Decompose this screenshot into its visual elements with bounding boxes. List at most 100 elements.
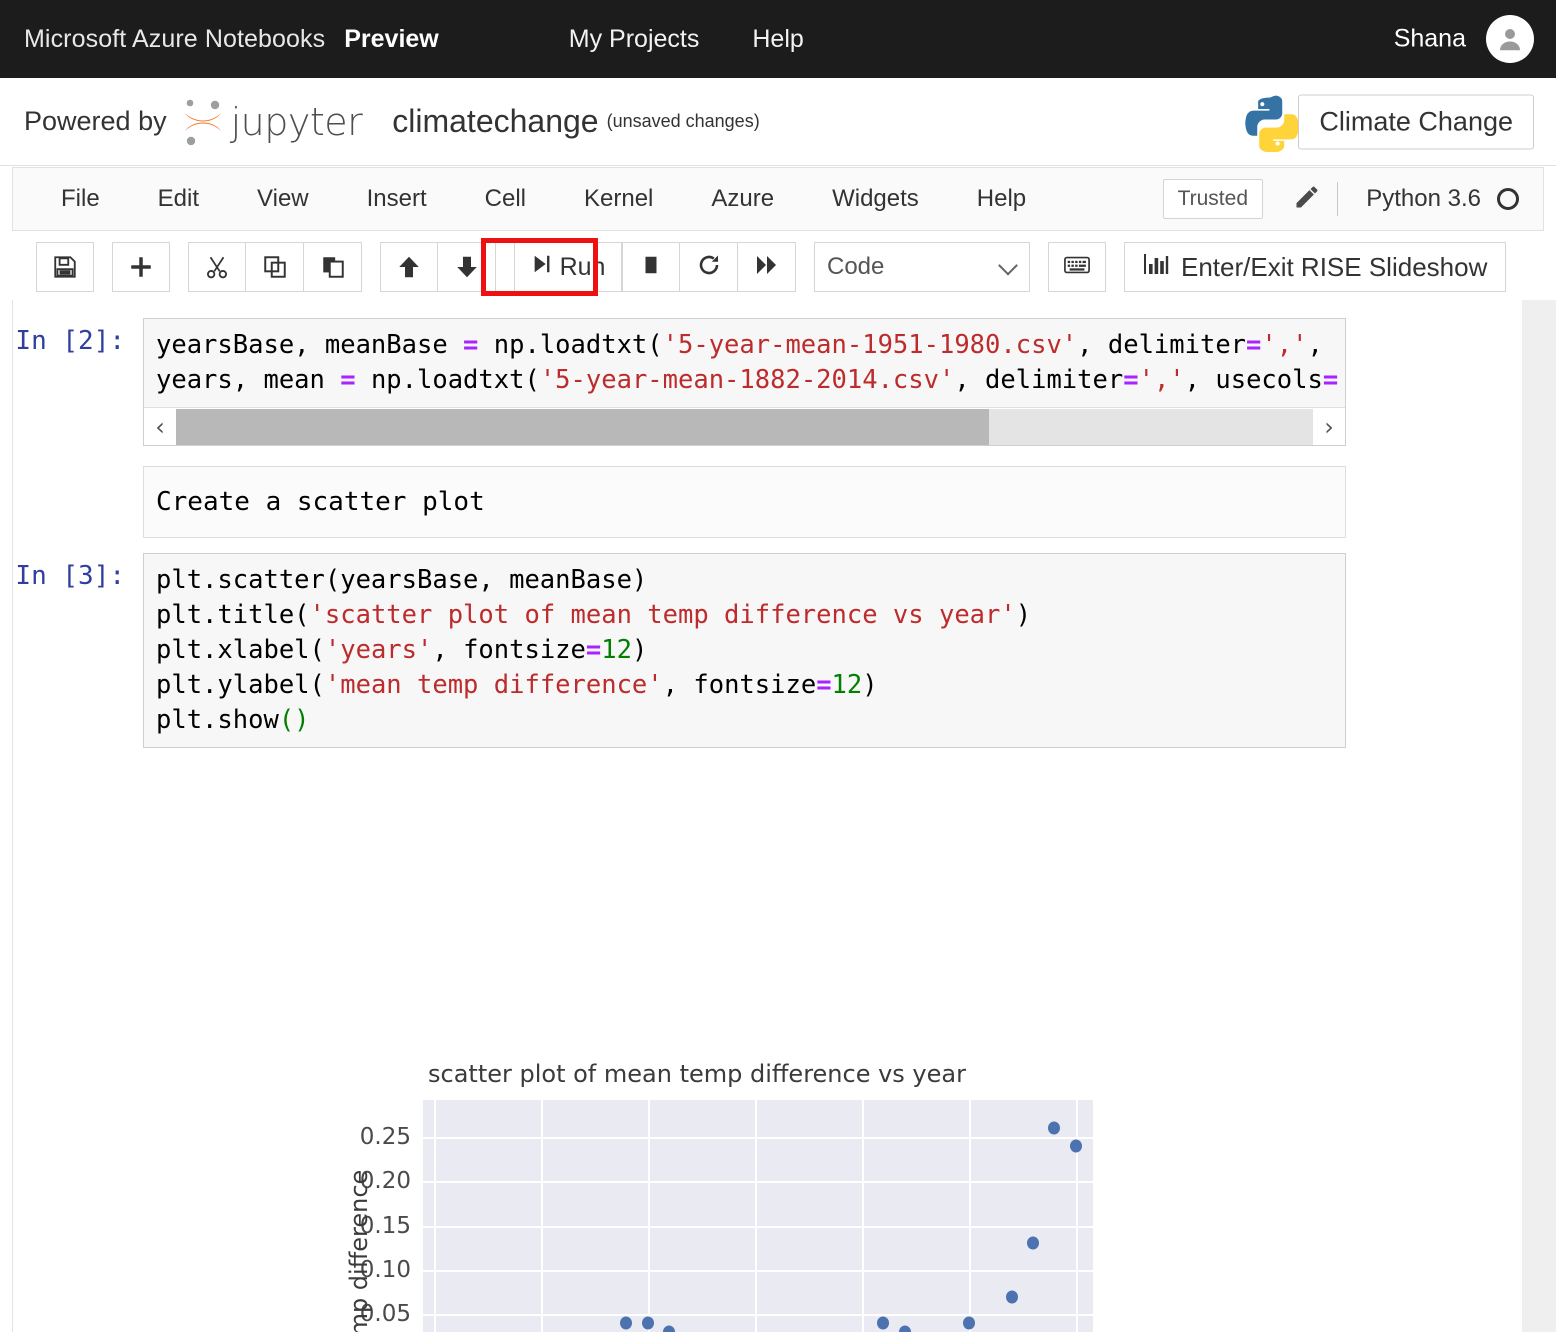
chart-data-point bbox=[1070, 1140, 1082, 1153]
menubar: File Edit View Insert Cell Kernel Azure … bbox=[12, 167, 1544, 231]
menubar-divider bbox=[1337, 182, 1338, 216]
toolbar-group-save bbox=[36, 242, 94, 292]
nav-my-projects[interactable]: My Projects bbox=[569, 25, 700, 54]
chart-gridline-horizontal bbox=[423, 1226, 1093, 1228]
chart-gridline-horizontal bbox=[423, 1314, 1093, 1316]
markdown-cell-text[interactable]: Create a scatter plot bbox=[143, 466, 1346, 538]
chart-title: scatter plot of mean temp difference vs … bbox=[281, 1060, 1113, 1088]
notebook-body: In [2]: yearsBase, meanBase = np.loadtxt… bbox=[12, 300, 1522, 1332]
chart-data-point bbox=[663, 1325, 675, 1332]
rise-slideshow-button[interactable]: Enter/Exit RISE Slideshow bbox=[1124, 242, 1506, 292]
notebook-cell-markdown[interactable]: Create a scatter plot bbox=[13, 466, 1346, 538]
notebook-cell-code-1[interactable]: In [2]: yearsBase, meanBase = np.loadtxt… bbox=[13, 318, 1346, 446]
menu-help[interactable]: Help bbox=[977, 179, 1026, 219]
move-cell-down-button[interactable] bbox=[438, 242, 496, 292]
user-name-label[interactable]: Shana bbox=[1394, 25, 1466, 54]
project-button[interactable]: Climate Change bbox=[1298, 94, 1534, 149]
cell-input-area[interactable]: yearsBase, meanBase = np.loadtxt('5-year… bbox=[143, 318, 1346, 446]
chart-gridline-horizontal bbox=[423, 1270, 1093, 1272]
jupyter-header: Powered by jupyter climatechange (unsave… bbox=[0, 78, 1556, 166]
user-avatar-icon[interactable] bbox=[1486, 15, 1534, 63]
cell-input-area-2[interactable]: plt.scatter(yearsBase, meanBase) plt.tit… bbox=[143, 553, 1346, 748]
cell-prompt-in-2: In [2]: bbox=[13, 318, 143, 446]
fast-forward-icon bbox=[755, 253, 779, 282]
menu-kernel[interactable]: Kernel bbox=[584, 179, 653, 219]
chart-data-point bbox=[642, 1317, 654, 1330]
cut-cell-button[interactable] bbox=[188, 242, 246, 292]
powered-by-label: Powered by bbox=[24, 106, 167, 137]
cell-output-chart: scatter plot of mean temp difference vs … bbox=[281, 1052, 1113, 1332]
nav-help[interactable]: Help bbox=[752, 25, 803, 54]
cell-source-code-2[interactable]: plt.scatter(yearsBase, meanBase) plt.tit… bbox=[144, 554, 1345, 747]
cell-prompt-in-3: In [3]: bbox=[13, 553, 143, 748]
chart-gridline-vertical bbox=[434, 1100, 436, 1332]
azure-top-bar: Microsoft Azure Notebooks Preview My Pro… bbox=[0, 0, 1556, 78]
jupyter-logo-icon[interactable] bbox=[181, 96, 227, 148]
restart-kernel-button[interactable] bbox=[680, 242, 738, 292]
azure-brand[interactable]: Microsoft Azure Notebooks bbox=[24, 25, 325, 54]
command-palette-button[interactable] bbox=[1048, 242, 1106, 292]
chart-gridline-vertical bbox=[862, 1100, 864, 1332]
menu-edit[interactable]: Edit bbox=[158, 179, 199, 219]
stop-square-icon bbox=[640, 254, 662, 281]
bar-chart-icon bbox=[1143, 252, 1169, 283]
scrollbar-thumb[interactable] bbox=[176, 409, 989, 445]
restart-circular-arrow-icon bbox=[697, 253, 721, 282]
cell-type-value: Code bbox=[827, 253, 884, 281]
move-cell-up-button[interactable] bbox=[380, 242, 438, 292]
chart-data-point bbox=[620, 1317, 632, 1330]
menu-file[interactable]: File bbox=[61, 179, 100, 219]
chart-gridline-vertical bbox=[755, 1100, 757, 1332]
save-button[interactable] bbox=[36, 242, 94, 292]
notebook-cell-code-2[interactable]: In [3]: plt.scatter(yearsBase, meanBase)… bbox=[13, 553, 1346, 748]
scrollbar-track[interactable] bbox=[176, 409, 1313, 445]
rise-slideshow-label: Enter/Exit RISE Slideshow bbox=[1181, 252, 1487, 283]
cell-source-code[interactable]: yearsBase, meanBase = np.loadtxt('5-year… bbox=[144, 319, 1345, 407]
chart-data-point bbox=[1048, 1122, 1060, 1135]
notebook-name[interactable]: climatechange bbox=[392, 103, 598, 140]
kernel-idle-circle-icon bbox=[1497, 188, 1519, 210]
run-play-icon bbox=[531, 253, 553, 282]
pencil-icon[interactable] bbox=[1293, 183, 1321, 216]
keyboard-icon bbox=[1064, 255, 1090, 280]
chart-gridline-vertical bbox=[541, 1100, 543, 1332]
menu-widgets[interactable]: Widgets bbox=[832, 179, 919, 219]
menu-insert[interactable]: Insert bbox=[367, 179, 427, 219]
chart-gridline-vertical bbox=[969, 1100, 971, 1332]
menu-azure[interactable]: Azure bbox=[711, 179, 774, 219]
notebook-scrollbar[interactable] bbox=[1522, 300, 1556, 1332]
cell-prompt-markdown bbox=[13, 466, 143, 538]
menu-view[interactable]: View bbox=[257, 179, 309, 219]
toolbar-group-move bbox=[380, 242, 496, 292]
menu-cell[interactable]: Cell bbox=[485, 179, 526, 219]
chart-data-point bbox=[1006, 1290, 1018, 1303]
chart-gridline-vertical bbox=[1076, 1100, 1078, 1332]
toolbar-group-insert bbox=[112, 242, 170, 292]
toolbar: Run bbox=[12, 236, 1544, 298]
chevron-down-icon bbox=[998, 256, 1018, 276]
paste-cell-button[interactable] bbox=[304, 242, 362, 292]
run-button[interactable]: Run bbox=[514, 242, 622, 292]
restart-and-run-all-button[interactable] bbox=[738, 242, 796, 292]
chart-data-point bbox=[1027, 1237, 1039, 1250]
cell-type-select[interactable]: Code bbox=[814, 242, 1030, 292]
cell-horizontal-scrollbar[interactable]: ‹ › bbox=[144, 407, 1345, 445]
chart-gridline-horizontal bbox=[423, 1181, 1093, 1183]
scroll-left-arrow-icon[interactable]: ‹ bbox=[144, 413, 176, 441]
chart-data-point bbox=[899, 1325, 911, 1332]
chart-y-axis-label: mean temp difference bbox=[345, 1143, 373, 1332]
toolbar-group-run: Run bbox=[514, 242, 796, 292]
python-logo-icon bbox=[1240, 94, 1298, 157]
kernel-name-label: Python 3.6 bbox=[1366, 185, 1481, 213]
chart-plot-area bbox=[423, 1100, 1093, 1332]
trusted-badge[interactable]: Trusted bbox=[1163, 179, 1263, 219]
scroll-right-arrow-icon[interactable]: › bbox=[1313, 413, 1345, 441]
chart-gridline-horizontal bbox=[423, 1137, 1093, 1139]
toolbar-group-edit bbox=[188, 242, 362, 292]
copy-cell-button[interactable] bbox=[246, 242, 304, 292]
run-button-label: Run bbox=[560, 253, 606, 282]
insert-cell-below-button[interactable] bbox=[112, 242, 170, 292]
interrupt-kernel-button[interactable] bbox=[622, 242, 680, 292]
jupyter-wordmark[interactable]: jupyter bbox=[231, 100, 363, 144]
chart-data-point bbox=[877, 1317, 889, 1330]
